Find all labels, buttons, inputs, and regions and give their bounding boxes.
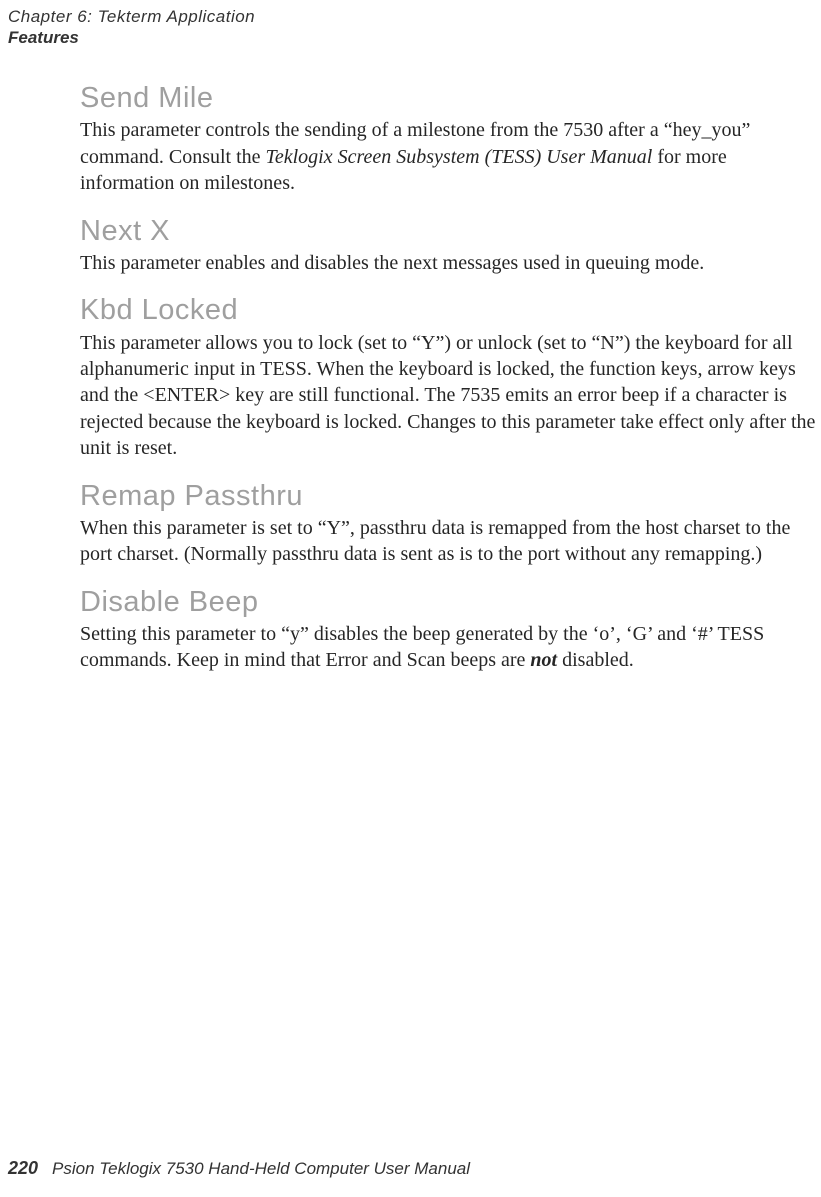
- text-run: Setting this parameter to “y” disables t…: [80, 623, 764, 671]
- text-run: disabled.: [557, 649, 634, 671]
- page-footer: 220 Psion Teklogix 7530 Hand-Held Compute…: [8, 1158, 470, 1179]
- body-send-mile: This parameter controls the sending of a…: [80, 117, 816, 196]
- body-remap-passthru: When this parameter is set to “Y”, passt…: [80, 515, 816, 568]
- page: Chapter 6: Tekterm Application Features …: [0, 0, 821, 1197]
- text-run: This parameter enables and disables the …: [80, 252, 704, 274]
- body-next-x: This parameter enables and disables the …: [80, 250, 816, 276]
- footer-manual-title: Psion Teklogix 7530 Hand-Held Computer U…: [52, 1159, 470, 1178]
- header-chapter-line: Chapter 6: Tekterm Application: [8, 6, 255, 27]
- text-run: not: [530, 649, 557, 671]
- header-section-line: Features: [8, 27, 255, 48]
- running-header: Chapter 6: Tekterm Application Features: [8, 6, 255, 49]
- heading-next-x: Next X: [80, 215, 816, 248]
- content-area: Send Mile This parameter controls the se…: [80, 82, 816, 692]
- heading-disable-beep: Disable Beep: [80, 586, 816, 619]
- text-run: This parameter allows you to lock (set t…: [80, 332, 815, 460]
- text-run: When this parameter is set to “Y”, passt…: [80, 517, 790, 565]
- body-kbd-locked: This parameter allows you to lock (set t…: [80, 330, 816, 462]
- heading-remap-passthru: Remap Passthru: [80, 480, 816, 513]
- heading-send-mile: Send Mile: [80, 82, 816, 115]
- page-number: 220: [8, 1158, 38, 1178]
- text-run: Teklogix Screen Subsystem (TESS) User Ma…: [266, 146, 653, 168]
- body-disable-beep: Setting this parameter to “y” disables t…: [80, 621, 816, 674]
- heading-kbd-locked: Kbd Locked: [80, 294, 816, 327]
